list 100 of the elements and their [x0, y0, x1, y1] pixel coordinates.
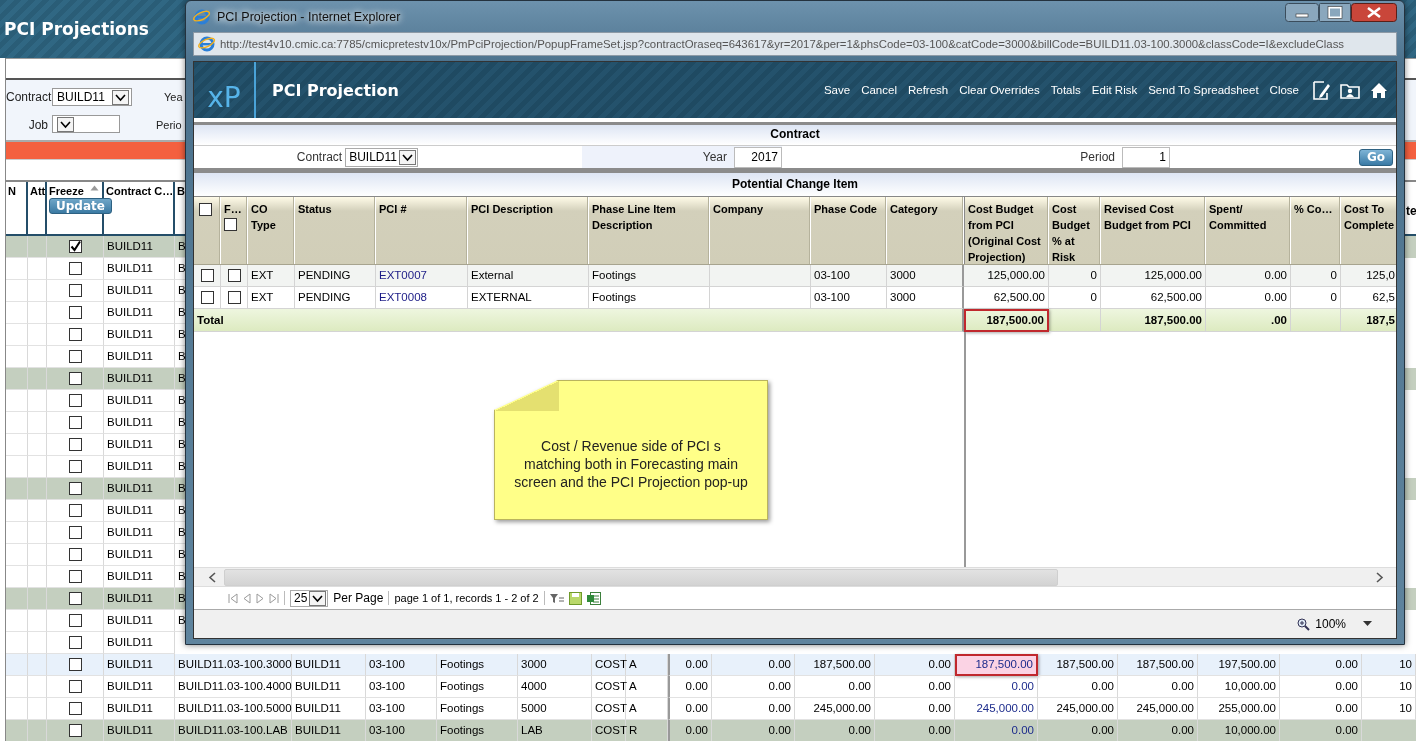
- caret-icon[interactable]: [309, 590, 327, 606]
- column-header: Contract C…: [104, 182, 175, 234]
- contract-select[interactable]: BUILD11: [345, 147, 418, 167]
- table-cell: BUILD11.03-100.LAB: [175, 720, 292, 741]
- filter-label: Yea: [163, 91, 183, 103]
- table-cell: BUILD11: [292, 654, 366, 676]
- checkbox[interactable]: [68, 504, 82, 517]
- checkbox[interactable]: [68, 636, 82, 649]
- checkbox[interactable]: [68, 526, 82, 539]
- total-cell: .00: [1206, 309, 1291, 332]
- checkbox[interactable]: [68, 702, 82, 715]
- scroll-left-icon[interactable]: [208, 571, 216, 583]
- pci-link[interactable]: EXT0008: [379, 287, 427, 308]
- checkbox[interactable]: [227, 269, 241, 282]
- page-size-select[interactable]: 25: [290, 589, 329, 607]
- filter-label: Year: [702, 150, 727, 164]
- checkbox[interactable]: [200, 291, 214, 304]
- caret-icon[interactable]: [57, 116, 74, 132]
- pci-link[interactable]: EXT0007: [379, 265, 427, 286]
- save-icon[interactable]: [568, 591, 582, 605]
- table-cell: BUILD11: [104, 610, 175, 632]
- grid-row[interactable]: BUILD11 BUILD11.03-100.3000 BUILD11 03-100 Footings 3000 COST A 0.00 0.00 187,500.00 0.00 187,500.00 187,500.00 187,500.00 197,500.00 0.00 10: [6, 654, 1416, 676]
- grid-row[interactable]: BUILD11 BUILD11.03-100.LAB BUILD11 03-100 Footings LAB COST R 0.00 0.00 0.00 0.00 0.00 0.00 0.00 10,000.00 0.00: [6, 720, 1416, 741]
- period-field[interactable]: 1: [1122, 146, 1170, 168]
- checkbox[interactable]: [68, 262, 82, 275]
- close-button[interactable]: [1351, 3, 1397, 22]
- toolbar-link[interactable]: Edit Risk: [1091, 84, 1138, 96]
- checkbox[interactable]: [68, 658, 82, 671]
- checkbox[interactable]: [68, 394, 82, 407]
- caret-icon[interactable]: [399, 149, 416, 165]
- checkbox[interactable]: [68, 680, 82, 693]
- home-icon[interactable]: [1370, 81, 1388, 99]
- scrollbar-thumb[interactable]: [224, 568, 1058, 586]
- table-cell: Footings: [589, 265, 710, 287]
- table-cell: A: [626, 676, 668, 698]
- checkbox[interactable]: [68, 570, 82, 583]
- update-button[interactable]: Update: [49, 198, 112, 214]
- filter-label: Contract: [296, 150, 343, 164]
- checkbox[interactable]: [227, 291, 241, 304]
- toolbar-link[interactable]: Send To Spreadsheet: [1148, 84, 1259, 96]
- toolbar-link[interactable]: Refresh: [907, 84, 949, 96]
- sort-icon[interactable]: [89, 185, 99, 191]
- toolbar-link[interactable]: Save: [823, 84, 851, 96]
- checkbox[interactable]: [68, 438, 82, 451]
- table-cell: BUILD11: [104, 302, 175, 324]
- spreadsheet-icon[interactable]: [586, 591, 601, 605]
- checkbox[interactable]: [68, 328, 82, 341]
- toolbar-link[interactable]: Cancel: [861, 84, 897, 96]
- zoom-icon[interactable]: [1297, 617, 1311, 631]
- grid-row[interactable]: BUILD11 BUILD11.03-100.4000 BUILD11 03-100 Footings 4000 COST A 0.00 0.00 0.00 0.00 0.00 0.00 0.00 10,000.00 0.00 10: [6, 676, 1416, 698]
- table-cell: PENDING: [295, 265, 376, 287]
- url-text: http://test4v10.cmic.ca:7785/cmicpretestv10x/PmPciProjection/PopupFrameSet.jsp?contractOraseq=643617&yr=2017&per=1&phsCode=03-100&catCode=3000&billCode=BUILD11.03-100.3000&classCode=I&excludeClass: [220, 38, 1345, 50]
- checkbox[interactable]: [68, 724, 82, 737]
- checkbox[interactable]: [68, 482, 82, 495]
- checkbox[interactable]: [68, 306, 82, 319]
- filter-icon[interactable]: [549, 592, 564, 604]
- table-cell: 0.00: [1118, 720, 1198, 741]
- toolbar-link[interactable]: Close: [1269, 84, 1299, 96]
- table-cell: 0.00: [875, 676, 955, 698]
- column-header: Freeze: [49, 185, 84, 197]
- column-header: CO Type: [248, 197, 295, 264]
- checkbox[interactable]: [68, 240, 82, 253]
- checkbox[interactable]: [68, 350, 82, 363]
- table-cell: 0: [1049, 265, 1101, 287]
- caret-icon[interactable]: [112, 89, 129, 105]
- edit-icon[interactable]: [1313, 80, 1330, 100]
- contract-select[interactable]: BUILD11: [52, 88, 132, 106]
- minimize-button[interactable]: [1285, 3, 1319, 22]
- caret-icon[interactable]: [1363, 621, 1372, 627]
- toolbar-link[interactable]: Totals: [1050, 84, 1081, 96]
- table-cell: 0.00: [1206, 265, 1291, 287]
- checkbox[interactable]: [68, 284, 82, 297]
- table-cell: R: [626, 720, 668, 741]
- zoom-level[interactable]: 100%: [1315, 617, 1346, 631]
- address-bar[interactable]: http://test4v10.cmic.ca:7785/cmicpretestv10x/PmPciProjection/PopupFrameSet.jsp?contractOraseq=643617&yr=2017&per=1&phsCode=03-100&catCode=3000&billCode=BUILD11.03-100.3000&classCode=I&excludeClass: [193, 32, 1397, 56]
- checkbox[interactable]: [68, 592, 82, 605]
- checkbox[interactable]: [68, 372, 82, 385]
- checkbox[interactable]: [68, 614, 82, 627]
- column-header: % Co…: [1291, 197, 1341, 264]
- checkbox[interactable]: [68, 548, 82, 561]
- year-field[interactable]: 2017: [734, 146, 782, 168]
- scroll-right-icon[interactable]: [1376, 571, 1384, 583]
- checkbox[interactable]: [68, 416, 82, 429]
- table-cell: 10: [1362, 654, 1416, 676]
- table-cell: BUILD11: [104, 390, 175, 412]
- maximize-button[interactable]: [1319, 3, 1351, 22]
- table-cell: Footings: [437, 676, 518, 698]
- checkbox[interactable]: [68, 460, 82, 473]
- checkbox[interactable]: [200, 269, 214, 282]
- table-cell: 62,500.00: [964, 287, 1049, 309]
- folder-icon[interactable]: [1340, 81, 1360, 99]
- table-cell: COST: [592, 720, 626, 741]
- table-cell: 0.00: [1038, 720, 1118, 741]
- checkbox[interactable]: [199, 203, 212, 216]
- table-cell: 0.00: [1038, 676, 1118, 698]
- toolbar-link[interactable]: Clear Overrides: [959, 84, 1040, 96]
- checkbox[interactable]: [224, 218, 237, 231]
- job-select[interactable]: [52, 115, 120, 134]
- total-cell: 187,500.00: [1101, 309, 1206, 332]
- table-cell: BUILD11.03-100.4000: [175, 676, 292, 698]
